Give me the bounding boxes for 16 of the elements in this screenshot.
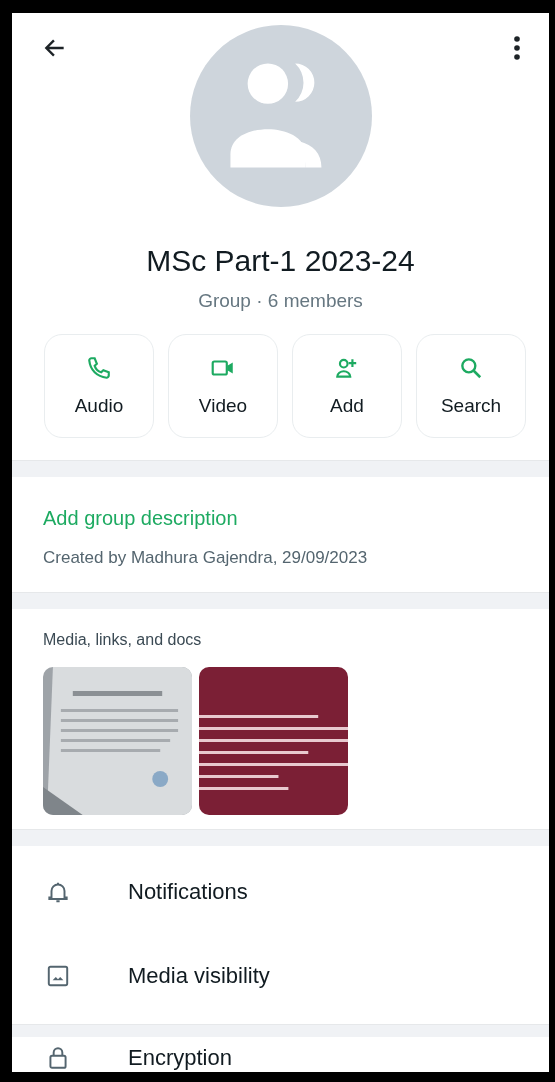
action-button[interactable]: Audio	[44, 334, 154, 438]
more-options-icon[interactable]	[513, 35, 521, 61]
media-section-title: Media, links, and docs	[43, 631, 203, 649]
action-button[interactable]: Search	[416, 334, 526, 438]
settings-row[interactable]: Media visibility	[12, 934, 549, 1018]
action-button[interactable]: Add	[292, 334, 402, 438]
created-by-text: Created by Madhura Gajendra, 29/09/2023	[43, 548, 369, 568]
phone-icon	[86, 355, 112, 381]
search-icon	[458, 355, 484, 381]
group-subtitle: Group · 6 members	[197, 290, 364, 312]
action-button[interactable]: Video	[168, 334, 278, 438]
settings-row[interactable]: Encryption	[12, 1041, 549, 1071]
image-icon	[45, 963, 71, 989]
avatar-icon	[189, 25, 372, 207]
settings-row[interactable]: Notifications	[12, 850, 549, 934]
group-name: MSc Part-1 2023-24	[145, 244, 416, 278]
